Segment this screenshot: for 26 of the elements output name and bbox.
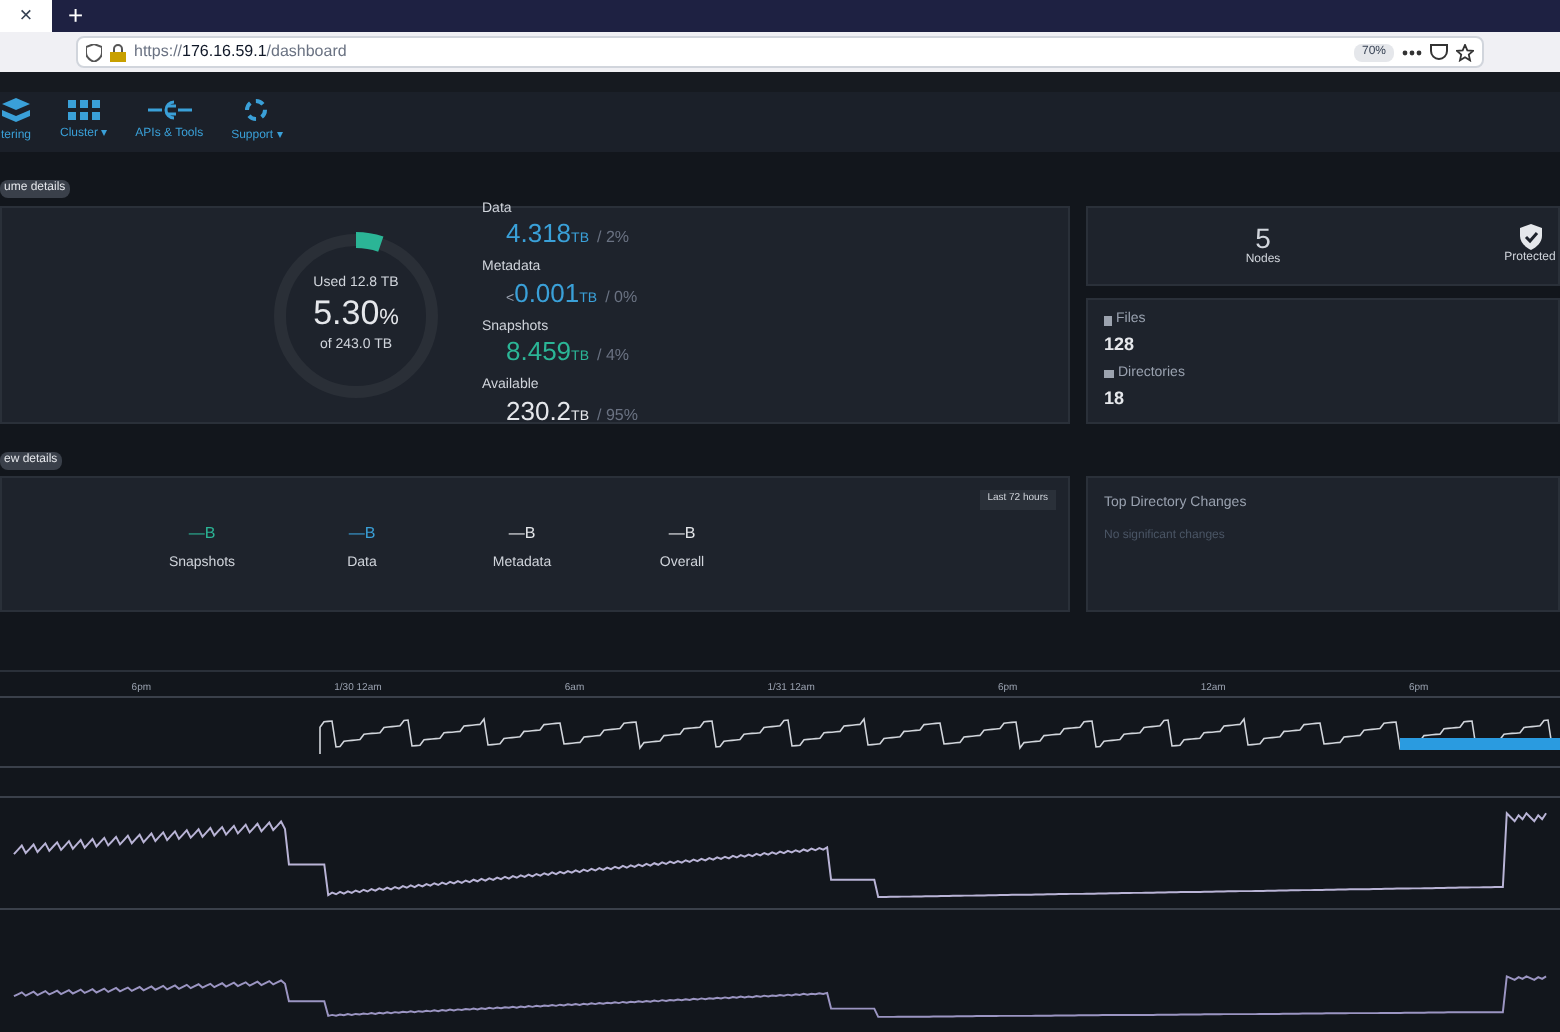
capacity-share: / 0%: [605, 285, 638, 309]
file-icon: [1104, 315, 1112, 326]
legend-value: —B: [348, 521, 376, 545]
shield-icon: [86, 43, 102, 61]
lifebuoy-icon: [244, 98, 269, 122]
folder-icon: [1104, 370, 1114, 379]
capacity-share: / 4%: [597, 344, 630, 368]
more-icon[interactable]: [1402, 49, 1422, 55]
new-tab-button[interactable]: +: [52, 0, 100, 32]
pocket-icon[interactable]: [1430, 44, 1448, 60]
legend-value: —B: [508, 521, 536, 545]
legend-value: —B: [668, 521, 696, 545]
shield-check-icon: [1519, 224, 1541, 250]
directories-count: 18: [1104, 385, 1127, 411]
star-icon[interactable]: [1456, 43, 1474, 61]
legend-value: —B: [188, 521, 216, 545]
capacity-share: / 95%: [597, 403, 638, 427]
nodes-count: 5: [1255, 223, 1271, 251]
plug-icon: [147, 100, 192, 120]
used-percent: 5.30%: [313, 295, 399, 335]
files-count: 128: [1104, 331, 1137, 357]
url-text: https://176.16.59.1/dashboard: [134, 40, 347, 64]
layers-icon: [0, 98, 32, 122]
capacity-share: / 2%: [597, 226, 630, 250]
lock-icon: [110, 43, 126, 61]
grid-icon: [67, 100, 100, 120]
